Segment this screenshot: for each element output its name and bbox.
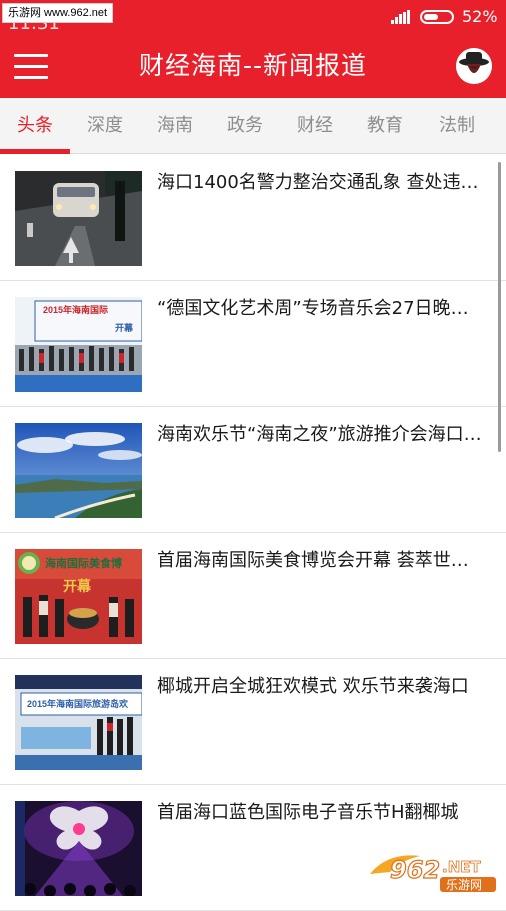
tab-government[interactable]: 政务	[210, 98, 280, 154]
svg-text:乐游网: 乐游网	[446, 878, 482, 892]
signal-icon	[391, 10, 411, 24]
news-title: 海口1400名警力整治交通乱象 查处违法行为	[157, 172, 485, 193]
user-icon	[456, 48, 492, 84]
svg-text:2015年海南国际旅游岛欢: 2015年海南国际旅游岛欢	[27, 698, 129, 709]
news-item[interactable]: 海口1400名警力整治交通乱象 查处违法行为	[0, 155, 506, 281]
category-tabs: 头条 深度 海南 政务 财经 教育 法制	[0, 98, 506, 154]
ceremony-photo: 2015年海南国际旅游岛欢	[15, 675, 142, 770]
news-item[interactable]: 2015年海南国际旅游岛欢 椰城开启全城狂欢模式 欢乐节来袭海口	[0, 659, 506, 785]
watermark-logo: 962 .NET 乐游网	[368, 850, 500, 894]
tab-education[interactable]: 教育	[350, 98, 420, 154]
tab-headlines[interactable]: 头条	[0, 98, 70, 154]
news-thumbnail	[15, 171, 142, 266]
tab-depth[interactable]: 深度	[70, 98, 140, 154]
svg-text:2015年海南国际: 2015年海南国际	[43, 304, 108, 315]
svg-text:开幕: 开幕	[63, 578, 92, 595]
svg-text:开幕: 开幕	[115, 322, 134, 333]
news-item[interactable]: 海南欢乐节“海南之夜”旅游推介会海口开幕	[0, 407, 506, 533]
battery-icon	[420, 10, 454, 24]
active-tab-indicator	[0, 149, 70, 154]
expo-photo: 海南国际美食博 开幕	[15, 549, 142, 644]
tab-legal[interactable]: 法制	[420, 98, 494, 154]
battery-percent: 52%	[462, 7, 498, 26]
menu-button[interactable]	[14, 50, 50, 82]
news-title: 海南欢乐节“海南之夜”旅游推介会海口开幕	[157, 424, 485, 445]
news-title: 椰城开启全城狂欢模式 欢乐节来袭海口	[157, 676, 469, 697]
app-bar: 财经海南--新闻报道	[0, 34, 506, 98]
car-photo	[15, 171, 142, 266]
news-title: “德国文化艺术周”专场音乐会27日晚在海口举行	[157, 298, 485, 319]
tab-hainan[interactable]: 海南	[140, 98, 210, 154]
news-thumbnail: 2015年海南国际旅游岛欢	[15, 675, 142, 770]
news-item[interactable]: 海南国际美食博 开幕 首届海南国际美食博览会开幕 荟萃世界美食	[0, 533, 506, 659]
stage-photo: 2015年海南国际 开幕	[15, 297, 142, 392]
scrollbar[interactable]	[498, 162, 501, 452]
tab-finance[interactable]: 财经	[280, 98, 350, 154]
status-bar: 11:31 乐游网 www.962.net 52%	[0, 0, 506, 34]
avatar[interactable]	[456, 48, 492, 84]
bay-photo	[15, 423, 142, 518]
page-title: 财经海南--新闻报道	[138, 51, 368, 80]
svg-text:962: 962	[390, 856, 440, 884]
news-title: 首届海口蓝色国际电子音乐节H翻椰城	[157, 802, 459, 823]
news-thumbnail: 2015年海南国际 开幕	[15, 297, 142, 392]
news-thumbnail	[15, 423, 142, 518]
news-thumbnail	[15, 801, 142, 896]
svg-text:.NET: .NET	[442, 858, 481, 876]
concert-photo	[15, 801, 142, 896]
news-title: 首届海南国际美食博览会开幕 荟萃世界美食	[157, 550, 485, 571]
news-thumbnail: 海南国际美食博 开幕	[15, 549, 142, 644]
news-item[interactable]: 2015年海南国际 开幕 “德国文化艺术周”专场音乐会27日晚在海口举行	[0, 281, 506, 407]
svg-text:海南国际美食博: 海南国际美食博	[45, 556, 122, 570]
watermark-top: 乐游网 www.962.net	[2, 3, 114, 23]
